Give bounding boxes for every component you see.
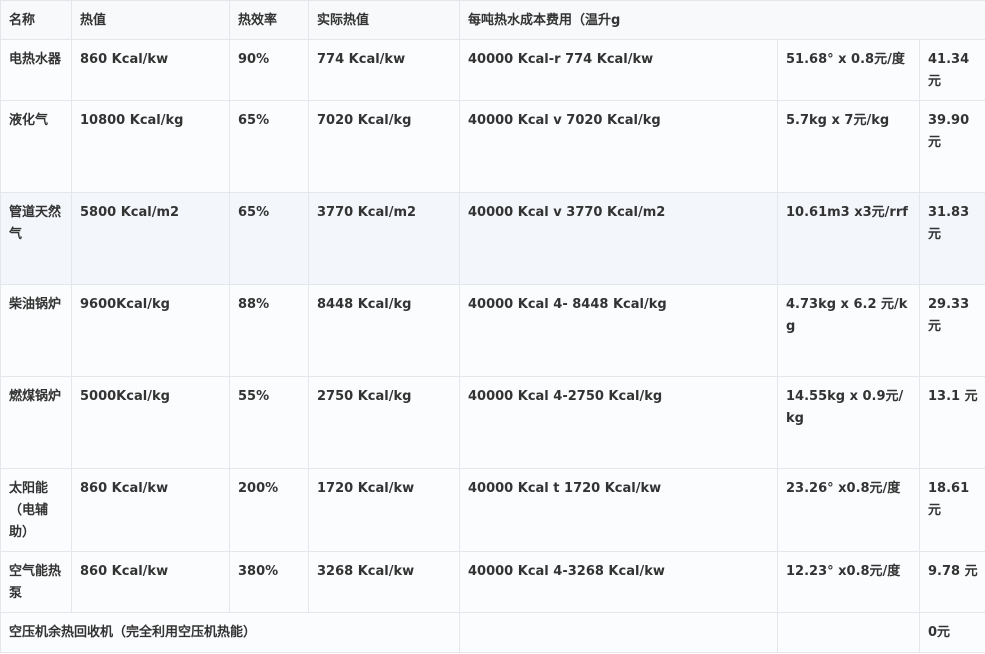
cell-cost: 39.90元	[919, 100, 985, 193]
cell-actual-heat: 2750 Kcal/kg	[308, 376, 460, 469]
cell-unit-price: 23.26° x0.8元/度	[777, 468, 920, 552]
cell-cost: 9.78 元	[919, 551, 985, 613]
cell-cost: 29.33元	[919, 284, 985, 377]
cell-name: 太阳能（电辅助）	[0, 468, 72, 552]
cell-calculation: 40000 Kcal 4- 8448 Kcal/kg	[459, 284, 778, 377]
cell-unit-price: 51.68° x 0.8元/度	[777, 39, 920, 101]
cell-calculation: 40000 Kcal t 1720 Kcal/kw	[459, 468, 778, 552]
header-name: 名称	[0, 0, 72, 40]
cell-cost: 41.34元	[919, 39, 985, 101]
cell-cost: 18.61元	[919, 468, 985, 552]
cell-efficiency: 65%	[229, 100, 309, 193]
cell-calculation: 40000 Kcal v 7020 Kcal/kg	[459, 100, 778, 193]
footer-cost: 0元	[919, 612, 985, 653]
cell-efficiency: 55%	[229, 376, 309, 469]
header-actual-heat: 实际热值	[308, 0, 460, 40]
cell-name: 空气能热泵	[0, 551, 72, 613]
table-row: 空气能热泵 860 Kcal/kw 380% 3268 Kcal/kw 4000…	[0, 551, 985, 613]
footer-empty-cell	[777, 612, 920, 653]
cell-heat-value: 860 Kcal/kw	[71, 39, 230, 101]
table-row: 电热水器 860 Kcal/kw 90% 774 Kcal/kw 40000 K…	[0, 39, 985, 101]
cell-calculation: 40000 Kcal-r 774 Kcal/kw	[459, 39, 778, 101]
cell-cost: 13.1 元	[919, 376, 985, 469]
cell-efficiency: 200%	[229, 468, 309, 552]
cell-calculation: 40000 Kcal 4-3268 Kcal/kw	[459, 551, 778, 613]
cell-actual-heat: 7020 Kcal/kg	[308, 100, 460, 193]
table-row: 管道天然气 5800 Kcal/m2 65% 3770 Kcal/m2 4000…	[0, 192, 985, 285]
cell-name: 燃煤锅炉	[0, 376, 72, 469]
cell-actual-heat: 3268 Kcal/kw	[308, 551, 460, 613]
cell-calculation: 40000 Kcal 4-2750 Kcal/kg	[459, 376, 778, 469]
cell-name: 液化气	[0, 100, 72, 193]
cell-efficiency: 88%	[229, 284, 309, 377]
cell-efficiency: 380%	[229, 551, 309, 613]
cell-actual-heat: 1720 Kcal/kw	[308, 468, 460, 552]
footer-empty-cell	[459, 612, 778, 653]
cell-heat-value: 860 Kcal/kw	[71, 551, 230, 613]
cell-heat-value: 860 Kcal/kw	[71, 468, 230, 552]
cell-cost: 31.83元	[919, 192, 985, 285]
table-row: 液化气 10800 Kcal/kg 65% 7020 Kcal/kg 40000…	[0, 100, 985, 193]
cell-unit-price: 14.55kg x 0.9元/kg	[777, 376, 920, 469]
cell-name: 柴油锅炉	[0, 284, 72, 377]
cell-actual-heat: 774 Kcal/kw	[308, 39, 460, 101]
table-header-row: 名称 热值 热效率 实际热值 每吨热水成本费用（温升g	[0, 0, 985, 40]
cell-actual-heat: 3770 Kcal/m2	[308, 192, 460, 285]
cell-unit-price: 4.73kg x 6.2 元/kg	[777, 284, 920, 377]
table-footer-row: 空压机余热回收机（完全利用空压机热能） 0元	[0, 612, 985, 653]
heating-cost-table: 名称 热值 热效率 实际热值 每吨热水成本费用（温升g 电热水器 860 Kca…	[0, 0, 985, 653]
cell-name: 管道天然气	[0, 192, 72, 285]
table-row: 燃煤锅炉 5000Kcal/kg 55% 2750 Kcal/kg 40000 …	[0, 376, 985, 469]
cell-heat-value: 5800 Kcal/m2	[71, 192, 230, 285]
cell-unit-price: 5.7kg x 7元/kg	[777, 100, 920, 193]
cell-calculation: 40000 Kcal v 3770 Kcal/m2	[459, 192, 778, 285]
table-row: 太阳能（电辅助） 860 Kcal/kw 200% 1720 Kcal/kw 4…	[0, 468, 985, 552]
cell-unit-price: 10.61m3 x3元/rrf	[777, 192, 920, 285]
cell-actual-heat: 8448 Kcal/kg	[308, 284, 460, 377]
cell-name: 电热水器	[0, 39, 72, 101]
cell-unit-price: 12.23° x0.8元/度	[777, 551, 920, 613]
cell-heat-value: 9600Kcal/kg	[71, 284, 230, 377]
header-heat-value: 热值	[71, 0, 230, 40]
cell-heat-value: 10800 Kcal/kg	[71, 100, 230, 193]
cell-efficiency: 65%	[229, 192, 309, 285]
header-cost-per-ton: 每吨热水成本费用（温升g	[459, 0, 985, 40]
cell-heat-value: 5000Kcal/kg	[71, 376, 230, 469]
header-efficiency: 热效率	[229, 0, 309, 40]
table-row: 柴油锅炉 9600Kcal/kg 88% 8448 Kcal/kg 40000 …	[0, 284, 985, 377]
cell-efficiency: 90%	[229, 39, 309, 101]
footer-label: 空压机余热回收机（完全利用空压机热能）	[0, 612, 460, 653]
